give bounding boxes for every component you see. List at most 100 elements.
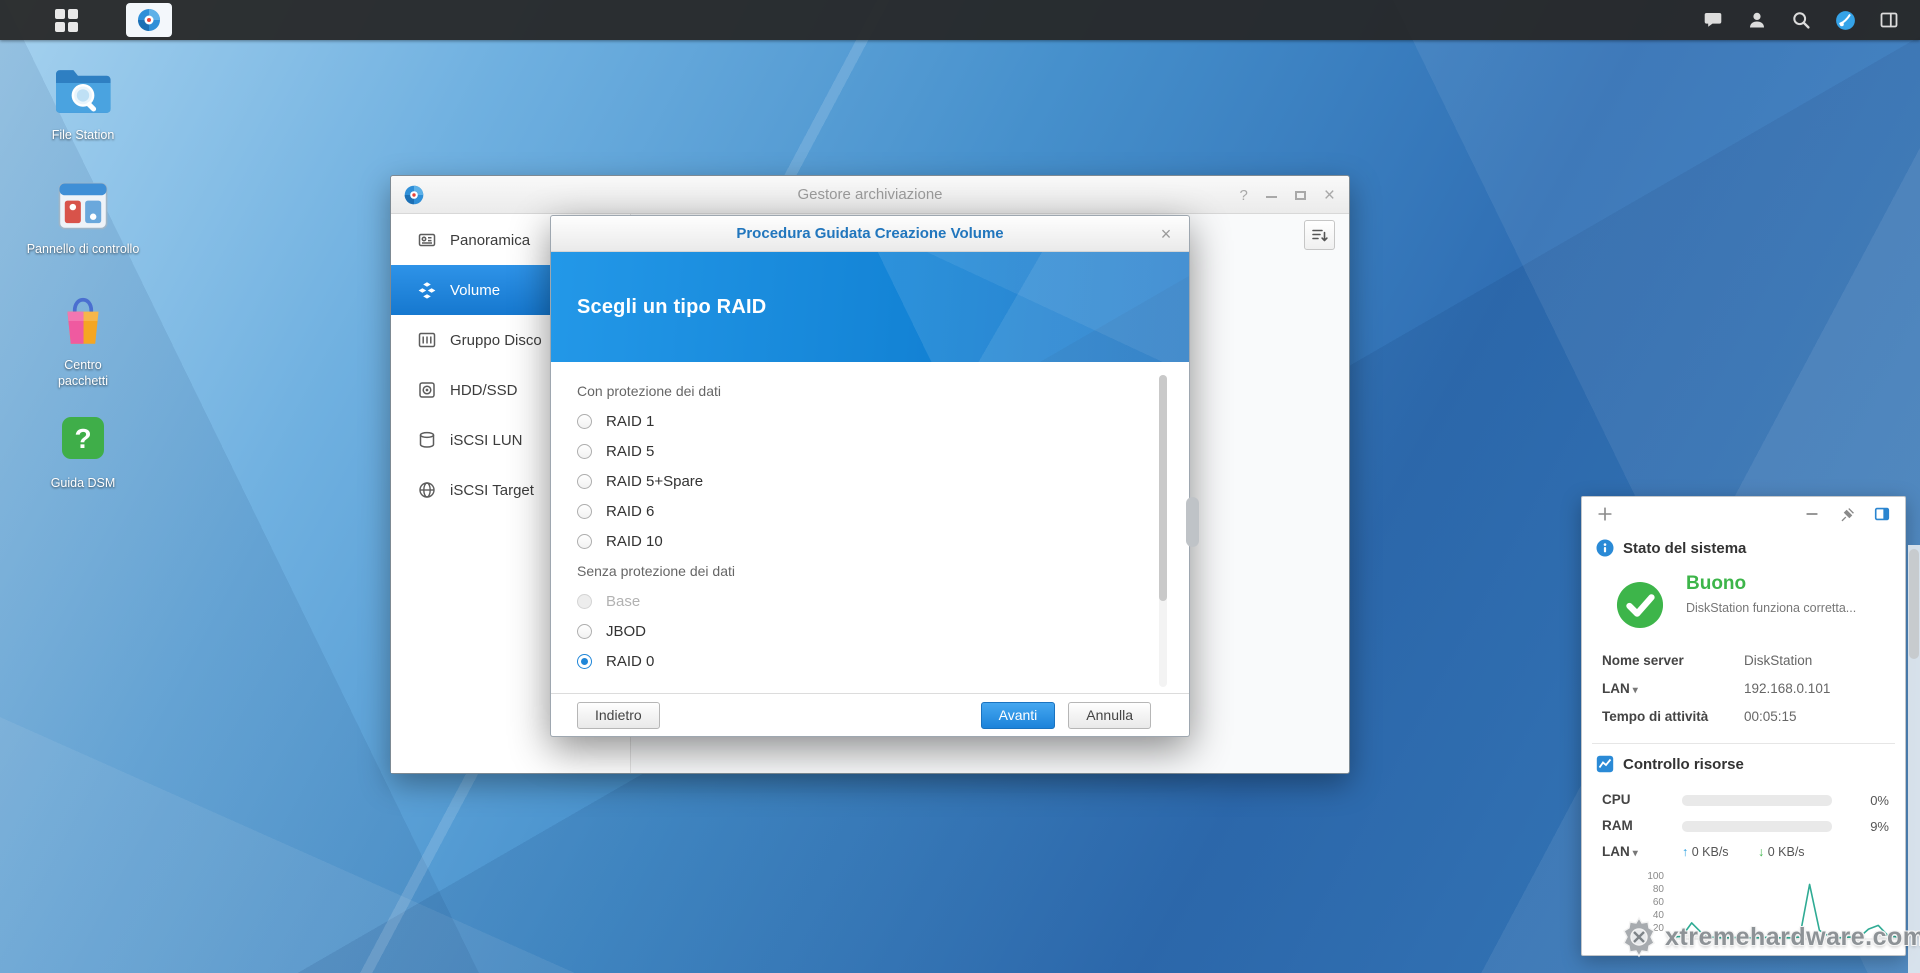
widget-title: Controllo risorse [1623, 756, 1744, 773]
chat-icon [1703, 10, 1723, 30]
wizard-scrollbar[interactable] [1159, 375, 1167, 687]
lan-activity-chart [1672, 873, 1898, 943]
ram-value: 9% [1870, 819, 1889, 834]
radio-base: Base [577, 586, 1189, 616]
radio-jbod[interactable]: JBOD [577, 616, 1189, 646]
radio-icon[interactable] [577, 504, 592, 519]
add-widget-button[interactable] [1595, 504, 1615, 524]
status-text: Buono [1686, 573, 1746, 595]
minimize-button[interactable] [1266, 188, 1277, 203]
storage-manager-window-icon [403, 184, 425, 206]
radio-icon[interactable] [577, 534, 592, 549]
lan-chart-dropdown[interactable]: LAN▾ [1602, 844, 1638, 859]
widget-minimize-button[interactable] [1802, 504, 1822, 524]
window-titlebar[interactable]: Gestore archiviazione ? × [391, 176, 1349, 214]
desktop-icon-package-center[interactable]: Centro pacchetti [20, 292, 146, 389]
page-scrollbar-thumb[interactable] [1909, 549, 1919, 659]
radio-icon[interactable] [577, 414, 592, 429]
radio-raid-0[interactable]: RAID 0 [577, 646, 1189, 676]
lan-chart-line [1672, 884, 1898, 937]
radio-raid-6[interactable]: RAID 6 [577, 496, 1189, 526]
sidebar-item-label: HDD/SSD [450, 382, 518, 399]
radio-label: RAID 1 [606, 413, 654, 430]
info-label: Nome server [1602, 653, 1684, 668]
next-button[interactable]: Avanti [981, 702, 1056, 729]
y-tick: 80 [1618, 885, 1664, 895]
back-button[interactable]: Indietro [577, 702, 660, 729]
search-icon [1791, 10, 1811, 30]
sidebar-item-label: Volume [450, 282, 500, 299]
system-status-header[interactable]: Stato del sistema [1596, 539, 1746, 557]
y-tick: 60 [1618, 898, 1664, 908]
maximize-button[interactable] [1295, 188, 1306, 203]
cancel-button[interactable]: Annulla [1068, 702, 1151, 729]
sidebar-item-label: Gruppo Disco [450, 332, 542, 349]
sort-button[interactable] [1304, 220, 1335, 250]
search-button[interactable] [1779, 0, 1823, 40]
lan-row: LAN▾ ↑ 0 KB/s ↓ 0 KB/s [1582, 841, 1905, 863]
radio-raid-1[interactable]: RAID 1 [577, 406, 1189, 436]
radio-icon[interactable] [577, 444, 592, 459]
wizard-title: Procedura Guidata Creazione Volume [736, 225, 1003, 242]
widget-divider [1592, 743, 1895, 744]
user-icon [1747, 10, 1767, 30]
scroll-indicator[interactable] [1186, 497, 1199, 547]
pilot-view-button[interactable] [1823, 0, 1867, 40]
widget-dock-button[interactable] [1872, 504, 1892, 524]
lan-upload: ↑ 0 KB/s [1682, 845, 1729, 859]
widget-pin-button[interactable] [1837, 504, 1857, 524]
resource-monitor-header[interactable]: Controllo risorse [1596, 755, 1744, 773]
radio-icon[interactable] [577, 624, 592, 639]
radio-raid-5-spare[interactable]: RAID 5+Spare [577, 466, 1189, 496]
radio-icon[interactable] [577, 474, 592, 489]
resource-monitor-icon [1596, 755, 1614, 773]
cpu-label: CPU [1602, 792, 1631, 807]
widgets-button[interactable] [1867, 0, 1911, 40]
user-options-button[interactable] [1735, 0, 1779, 40]
info-value: DiskStation [1744, 653, 1812, 668]
desktop-icon-file-station[interactable]: File Station [20, 62, 146, 144]
wizard-footer: Indietro Avanti Annulla [551, 693, 1189, 736]
desktop-icon-label: Pannello di controllo [20, 242, 146, 258]
desktop-icon-control-panel[interactable]: Pannello di controllo [20, 176, 146, 258]
hdd-icon [417, 380, 437, 400]
desktop-icon-dsm-help[interactable]: ? Guida DSM [20, 410, 146, 492]
iscsi-target-icon [417, 480, 437, 500]
radio-label: JBOD [606, 623, 646, 640]
help-button[interactable]: ? [1240, 188, 1248, 203]
wizard-heading: Scegli un tipo RAID [577, 296, 766, 319]
iscsi-lun-icon [417, 430, 437, 450]
sidebar-item-label: Panoramica [450, 232, 530, 249]
radio-label: RAID 5 [606, 443, 654, 460]
notifications-button[interactable] [1691, 0, 1735, 40]
wizard-close-button[interactable]: × [1155, 223, 1177, 245]
radio-raid-10[interactable]: RAID 10 [577, 526, 1189, 556]
taskbar-storage-manager-button[interactable] [126, 3, 172, 37]
radio-label: RAID 10 [606, 533, 663, 550]
widget-panel-header [1582, 497, 1905, 531]
cpu-bar [1682, 795, 1832, 806]
widget-panel: Stato del sistema Buono DiskStation funz… [1581, 496, 1906, 956]
volume-wizard-dialog: Procedura Guidata Creazione Volume × Sce… [550, 215, 1190, 737]
chevron-down-icon: ▾ [1633, 848, 1638, 859]
radio-icon[interactable] [577, 654, 592, 669]
wizard-titlebar[interactable]: Procedura Guidata Creazione Volume × [551, 216, 1189, 252]
info-row-uptime: Tempo di attività 00:05:15 [1582, 705, 1905, 729]
close-button[interactable]: × [1324, 186, 1335, 205]
storage-manager-icon [136, 7, 162, 33]
pilot-icon [1835, 10, 1856, 31]
info-row-nome-server: Nome server DiskStation [1582, 649, 1905, 673]
system-status-icon [1596, 539, 1614, 557]
page-scrollbar[interactable] [1908, 545, 1920, 973]
y-tick: 20 [1618, 924, 1664, 934]
svg-text:?: ? [74, 423, 91, 454]
widget-title: Stato del sistema [1623, 540, 1746, 557]
wizard-banner: Scegli un tipo RAID [551, 252, 1189, 362]
desktop-icon-label: Guida DSM [20, 476, 146, 492]
wizard-scrollbar-thumb[interactable] [1159, 375, 1167, 601]
window-controls: ? × [1240, 176, 1335, 214]
main-menu-button[interactable] [42, 0, 90, 40]
desktop-icon-label: File Station [20, 128, 146, 144]
radio-raid-5[interactable]: RAID 5 [577, 436, 1189, 466]
lan-dropdown[interactable]: LAN▾ [1602, 681, 1638, 696]
